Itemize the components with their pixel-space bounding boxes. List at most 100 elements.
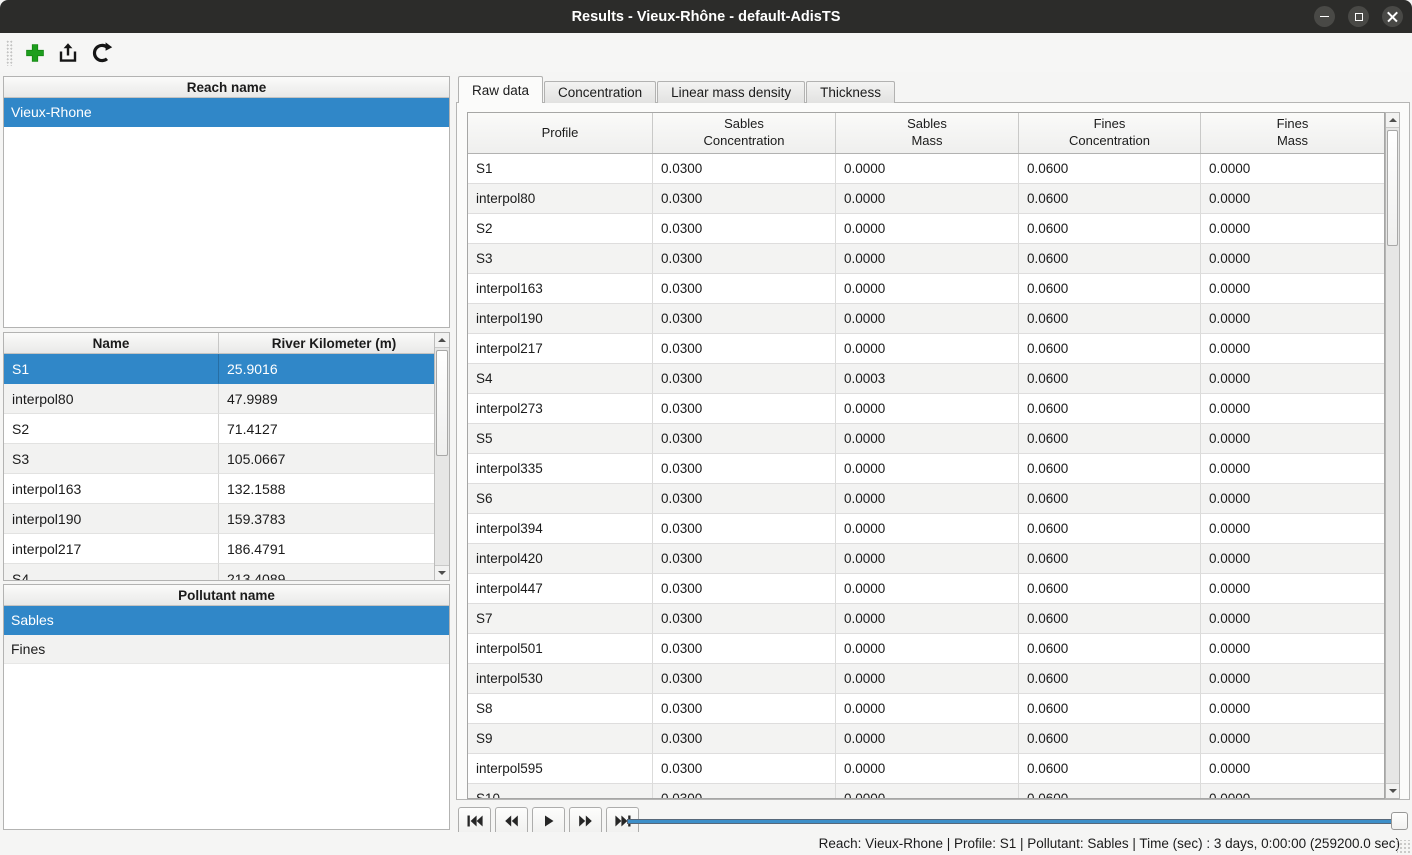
cell-value: 0.0000 (836, 754, 1019, 784)
export-button[interactable] (53, 38, 83, 68)
tab-concentration[interactable]: Concentration (544, 81, 656, 103)
pollutant-list: Pollutant name SablesFines (3, 584, 450, 830)
titlebar[interactable]: Results - Vieux-Rhône - default-AdisTS (0, 0, 1412, 33)
scroll-up-button[interactable] (435, 333, 449, 348)
cell-value: 0.0000 (836, 514, 1019, 544)
table-row[interactable]: S20.03000.00000.06000.0000 (468, 214, 1384, 244)
table-row[interactable]: S3105.0667 (4, 444, 449, 474)
cell-value: 0.0000 (836, 454, 1019, 484)
cell-value: 0.0300 (653, 514, 836, 544)
tab-raw-data[interactable]: Raw data (458, 76, 543, 103)
cell-profile: S9 (468, 724, 653, 754)
cell-value: 0.0300 (653, 304, 836, 334)
rewind-button[interactable] (495, 807, 528, 835)
add-button[interactable] (20, 38, 50, 68)
cell-value: 0.0600 (1019, 304, 1201, 334)
table-row[interactable]: S40.03000.00030.06000.0000 (468, 364, 1384, 394)
tab-thickness[interactable]: Thickness (806, 81, 895, 103)
cell-river-kilometer: 25.9016 (219, 354, 434, 384)
cell-profile: S3 (468, 244, 653, 274)
table-row[interactable]: S60.03000.00000.06000.0000 (468, 484, 1384, 514)
play-button[interactable] (532, 807, 565, 835)
skip-to-start-icon (467, 815, 483, 827)
table-row[interactable]: interpol4470.03000.00000.06000.0000 (468, 574, 1384, 604)
time-slider[interactable] (627, 812, 1408, 830)
table-row[interactable]: S30.03000.00000.06000.0000 (468, 244, 1384, 274)
cell-value: 0.0000 (836, 334, 1019, 364)
table-row[interactable]: interpol190159.3783 (4, 504, 449, 534)
scroll-down-button[interactable] (435, 565, 449, 580)
table-row[interactable]: S125.9016 (4, 354, 449, 384)
column-header-sables-mass[interactable]: Sables Mass (836, 113, 1019, 153)
profiles-table-header: Name River Kilometer (m) (4, 333, 449, 354)
scrollbar-thumb[interactable] (436, 350, 448, 456)
column-header-name[interactable]: Name (4, 333, 219, 353)
table-row[interactable]: S271.4127 (4, 414, 449, 444)
list-item-sables[interactable]: Sables (4, 606, 449, 635)
cell-profile: S5 (468, 424, 653, 454)
table-row[interactable]: interpol2730.03000.00000.06000.0000 (468, 394, 1384, 424)
scroll-down-button[interactable] (1386, 783, 1399, 798)
table-scrollbar[interactable] (1385, 112, 1400, 799)
table-row[interactable]: S4213.4089 (4, 564, 449, 581)
reach-list-header[interactable]: Reach name (4, 77, 449, 98)
table-row[interactable]: S10.03000.00000.06000.0000 (468, 154, 1384, 184)
column-header-sables-concentration[interactable]: Sables Concentration (653, 113, 836, 153)
cell-value: 0.0600 (1019, 454, 1201, 484)
table-row[interactable]: interpol1900.03000.00000.06000.0000 (468, 304, 1384, 334)
cell-name: S4 (4, 564, 219, 581)
pollutant-list-header[interactable]: Pollutant name (4, 585, 449, 606)
cell-value: 0.0000 (1201, 424, 1384, 454)
cell-value: 0.0000 (836, 484, 1019, 514)
list-item-vieux-rhone[interactable]: Vieux-Rhone (4, 98, 449, 127)
table-row[interactable]: interpol5300.03000.00000.06000.0000 (468, 664, 1384, 694)
table-row[interactable]: S90.03000.00000.06000.0000 (468, 724, 1384, 754)
table-row[interactable]: interpol5950.03000.00000.06000.0000 (468, 754, 1384, 784)
table-row[interactable]: S80.03000.00000.06000.0000 (468, 694, 1384, 724)
column-header-fines-concentration[interactable]: Fines Concentration (1019, 113, 1201, 153)
table-row[interactable]: interpol2170.03000.00000.06000.0000 (468, 334, 1384, 364)
table-row[interactable]: S100.03000.00000.06000.0000 (468, 784, 1384, 798)
table-row[interactable]: S70.03000.00000.06000.0000 (468, 604, 1384, 634)
close-button[interactable] (1382, 6, 1403, 27)
cell-name: S2 (4, 414, 219, 444)
table-row[interactable]: interpol800.03000.00000.06000.0000 (468, 184, 1384, 214)
table-row[interactable]: interpol217186.4791 (4, 534, 449, 564)
tab-linear-mass-density[interactable]: Linear mass density (657, 81, 805, 103)
table-row[interactable]: S50.03000.00000.06000.0000 (468, 424, 1384, 454)
table-row[interactable]: interpol3940.03000.00000.06000.0000 (468, 514, 1384, 544)
resize-grip[interactable] (1397, 840, 1411, 854)
maximize-button[interactable] (1348, 6, 1369, 27)
refresh-button[interactable] (86, 38, 116, 68)
column-header-river-kilometer[interactable]: River Kilometer (m) (219, 333, 449, 353)
scrollbar-thumb[interactable] (1387, 130, 1398, 246)
scroll-up-button[interactable] (1386, 113, 1399, 128)
cell-value: 0.0600 (1019, 694, 1201, 724)
status-bar: Reach: Vieux-Rhone | Profile: S1 | Pollu… (0, 832, 1412, 855)
arrow-up-icon (1389, 118, 1397, 122)
table-row[interactable]: interpol1630.03000.00000.06000.0000 (468, 274, 1384, 304)
fast-forward-button[interactable] (569, 807, 602, 835)
cell-value: 0.0300 (653, 754, 836, 784)
column-header-fines-mass[interactable]: Fines Mass (1201, 113, 1384, 153)
profiles-scrollbar[interactable] (434, 333, 449, 580)
table-row[interactable]: interpol3350.03000.00000.06000.0000 (468, 454, 1384, 484)
cell-value: 0.0600 (1019, 754, 1201, 784)
cell-value: 0.0300 (653, 574, 836, 604)
table-row[interactable]: interpol163132.1588 (4, 474, 449, 504)
cell-value: 0.0300 (653, 184, 836, 214)
skip-to-start-button[interactable] (458, 807, 491, 835)
cell-value: 0.0600 (1019, 184, 1201, 214)
cell-value: 0.0000 (836, 274, 1019, 304)
slider-handle[interactable] (1391, 812, 1408, 830)
cell-value: 0.0000 (1201, 544, 1384, 574)
table-row[interactable]: interpol5010.03000.00000.06000.0000 (468, 634, 1384, 664)
cell-profile: interpol501 (468, 634, 653, 664)
toolbar-drag-handle[interactable] (6, 40, 13, 66)
table-row[interactable]: interpol8047.9989 (4, 384, 449, 414)
list-item-fines[interactable]: Fines (4, 635, 449, 664)
minimize-button[interactable] (1314, 6, 1335, 27)
cell-value: 0.0000 (1201, 454, 1384, 484)
table-row[interactable]: interpol4200.03000.00000.06000.0000 (468, 544, 1384, 574)
column-header-profile[interactable]: Profile (468, 113, 653, 153)
